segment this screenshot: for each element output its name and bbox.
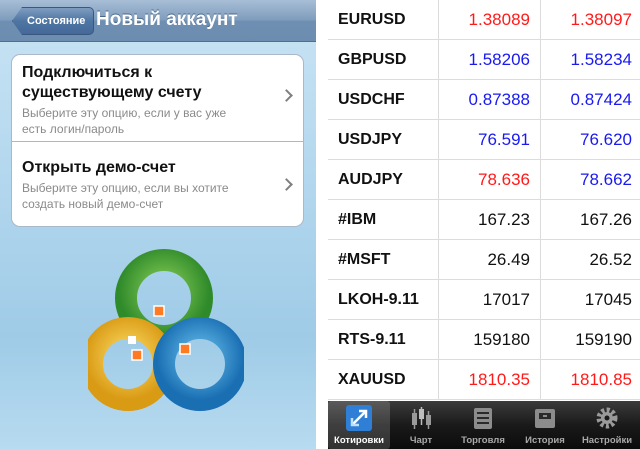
quote-bid: 26.49 — [487, 250, 530, 269]
option-description-line1: Выберите эту опцию, если у вас уже — [22, 106, 227, 120]
quote-row[interactable]: AUDJPY 78.636 78.662 — [328, 160, 640, 200]
tab-history[interactable]: История — [514, 401, 576, 449]
quote-row[interactable]: #IBM 167.23 167.26 — [328, 200, 640, 240]
quote-symbol: #MSFT — [338, 251, 391, 268]
tab-label: Торговля — [461, 435, 505, 446]
quote-symbol: LKOH-9.11 — [338, 291, 419, 308]
history-box-icon — [535, 409, 555, 428]
quote-bid: 167.23 — [478, 210, 530, 229]
quote-ask: 1810.85 — [570, 370, 632, 389]
quote-ask: 26.52 — [589, 250, 632, 269]
option-title-line1: Подключиться к — [22, 64, 153, 81]
quote-bid: 1.58206 — [468, 50, 530, 69]
candlestick-chart-icon — [412, 407, 431, 429]
quote-row[interactable]: LKOH-9.11 17017 17045 — [328, 280, 640, 320]
quote-symbol: XAUUSD — [338, 371, 406, 388]
option-description-line2: есть логин/пароль — [22, 122, 125, 136]
quote-bid: 76.591 — [478, 130, 530, 149]
quote-ask: 0.87424 — [570, 90, 632, 109]
quote-row[interactable]: USDCHF 0.87388 0.87424 — [328, 80, 640, 120]
quote-row[interactable]: RTS-9.11 159180 159190 — [328, 320, 640, 360]
chevron-right-icon — [280, 89, 293, 102]
trade-list-icon — [474, 408, 492, 429]
quote-ask: 1.58234 — [570, 50, 632, 69]
quote-ask: 76.620 — [580, 130, 632, 149]
quote-bid: 78.636 — [478, 170, 530, 189]
tab-chart[interactable]: Чарт — [390, 401, 452, 449]
tab-trade[interactable]: Торговля — [452, 401, 514, 449]
tab-label: Настройки — [581, 435, 633, 446]
quote-ask: 17045 — [584, 290, 632, 309]
quote-symbol: AUDJPY — [338, 171, 403, 188]
quote-ask: 1.38097 — [570, 10, 632, 29]
page-title: Новый аккаунт — [96, 9, 238, 30]
tab-label: История — [525, 435, 565, 446]
quote-symbol: EURUSD — [338, 11, 406, 28]
new-account-screen: Состояние Новый аккаунт Подключиться к с… — [0, 0, 316, 449]
quote-symbol: USDCHF — [338, 91, 405, 108]
option-description-line1: Выберите эту опцию, если вы хотите — [22, 181, 229, 195]
tab-settings[interactable]: Настройки — [576, 401, 638, 449]
quotes-screen: EURUSD 1.38089 1.38097 GBPUSD 1.58206 1.… — [328, 0, 640, 449]
tab-quotes[interactable]: Котировки — [328, 401, 390, 449]
quote-bid: 0.87388 — [468, 90, 530, 109]
quote-ask: 78.662 — [580, 170, 632, 189]
quote-ask: 159190 — [575, 330, 632, 349]
quote-symbol: GBPUSD — [338, 51, 407, 68]
quote-symbol: RTS-9.11 — [338, 331, 406, 348]
navigation-bar: Состояние Новый аккаунт — [0, 0, 316, 42]
connect-existing-account-option[interactable]: Подключиться к существующему счету Выбер… — [11, 54, 304, 142]
quote-symbol: USDJPY — [338, 131, 403, 148]
quote-row[interactable]: #MSFT 26.49 26.52 — [328, 240, 640, 280]
settings-gear-icon — [596, 407, 618, 429]
tab-label: Чарт — [409, 435, 433, 446]
metatrader-logo-icon — [88, 249, 244, 411]
quote-bid: 159180 — [473, 330, 530, 349]
open-demo-account-option[interactable]: Открыть демо-счет Выберите эту опцию, ес… — [11, 141, 304, 227]
option-description-line2: создать новый демо-счет — [22, 197, 164, 211]
chevron-right-icon — [280, 178, 293, 191]
back-button[interactable]: Состояние — [12, 7, 95, 35]
quote-bid: 1810.35 — [468, 370, 530, 389]
quote-row[interactable]: XAUUSD 1810.35 1810.85 — [328, 360, 640, 400]
quote-row[interactable]: GBPUSD 1.58206 1.58234 — [328, 40, 640, 80]
quote-row[interactable]: EURUSD 1.38089 1.38097 — [328, 0, 640, 40]
quote-bid: 1.38089 — [468, 10, 530, 29]
quote-symbol: #IBM — [338, 211, 377, 228]
option-title-line2: существующему счету — [22, 84, 202, 101]
tab-label: Котировки — [334, 435, 384, 446]
quote-row[interactable]: USDJPY 76.591 76.620 — [328, 120, 640, 160]
quote-bid: 17017 — [482, 290, 530, 309]
quotes-arrows-icon — [346, 405, 372, 431]
option-title: Открыть демо-счет — [22, 159, 176, 176]
bottom-tab-bar: Котировки Чарт Торговля История Настройк… — [328, 401, 640, 449]
quote-ask: 167.26 — [580, 210, 632, 229]
